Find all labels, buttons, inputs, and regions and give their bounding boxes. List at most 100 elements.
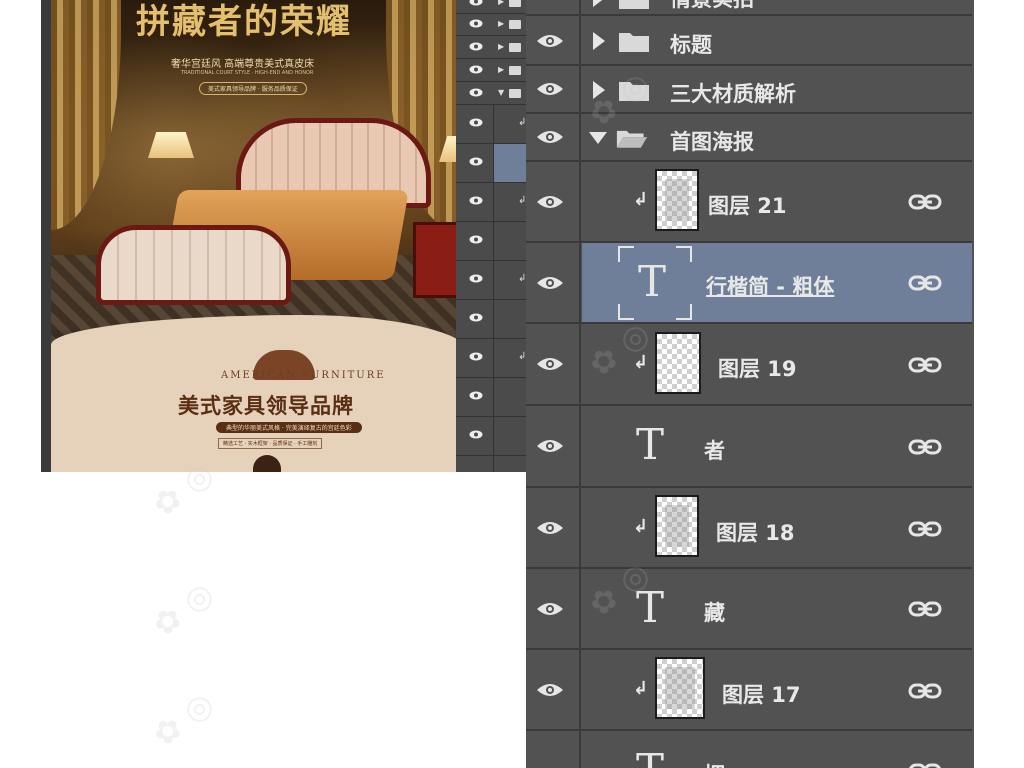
triangle-right-icon[interactable]: ▶: [498, 0, 504, 6]
eye-icon[interactable]: [469, 157, 483, 166]
mini-layer-row[interactable]: ↲: [456, 183, 526, 222]
layer-row[interactable]: T 拥: [526, 731, 972, 768]
eye-icon[interactable]: [536, 681, 564, 699]
eye-icon[interactable]: [469, 391, 483, 400]
link-icon[interactable]: [908, 760, 942, 768]
mini-group-row[interactable]: ▶: [456, 0, 526, 14]
folder-icon: [619, 33, 649, 52]
eye-icon[interactable]: [536, 193, 564, 211]
eye-icon[interactable]: [469, 352, 483, 361]
layer-group-name[interactable]: 标题: [670, 29, 712, 59]
eye-icon[interactable]: [469, 42, 483, 51]
eye-icon[interactable]: [469, 0, 483, 6]
mini-layer-row[interactable]: [456, 378, 526, 417]
eye-icon[interactable]: [536, 274, 564, 292]
layer-row[interactable]: T 藏: [526, 569, 972, 650]
folder-icon: [619, 0, 649, 9]
layer-group-name[interactable]: 三大材质解析: [670, 78, 796, 108]
triangle-right-icon[interactable]: [593, 0, 605, 7]
link-icon[interactable]: [908, 598, 942, 620]
eye-icon[interactable]: [469, 88, 483, 97]
eye-icon[interactable]: [469, 313, 483, 322]
triangle-right-icon[interactable]: ▶: [498, 19, 504, 28]
canvas-border: [41, 0, 51, 472]
poster-title: 拼藏者的荣耀: [136, 2, 352, 42]
mini-group-row[interactable]: ▶: [456, 59, 526, 82]
brand-feature-tags: 精选工艺 · 实木框架 · 品质保证 · 手工雕刻: [218, 438, 323, 449]
eye-icon[interactable]: [536, 80, 564, 98]
triangle-right-icon[interactable]: ▶: [498, 42, 504, 51]
mini-layer-row[interactable]: [456, 300, 526, 339]
eye-icon[interactable]: [469, 19, 483, 28]
layer-group-name[interactable]: 首图海报: [670, 126, 754, 156]
bed-footboard: [96, 225, 291, 305]
layer-row[interactable]: ↲ 图层 21: [526, 162, 972, 243]
mini-layer-row[interactable]: [456, 456, 526, 472]
link-icon[interactable]: [908, 436, 942, 458]
layer-name[interactable]: 藏: [704, 597, 725, 627]
link-icon[interactable]: [908, 191, 942, 213]
layers-panel: 情景实拍 标题 三大材质解析 首图海报 ↲ 图层 21 T 行: [526, 0, 974, 768]
eye-icon[interactable]: [469, 196, 483, 205]
layer-name[interactable]: 者: [704, 435, 725, 465]
layer-name-editing[interactable]: 行楷简 - 粗体: [706, 271, 834, 301]
text-layer-icon: T: [638, 257, 667, 306]
layer-thumbnail: [655, 332, 701, 394]
mini-layers-strip: ▶ ▶ ▶ ▶ ▼ ↲ ↲ ↲ ↲: [456, 0, 526, 472]
link-icon[interactable]: [908, 354, 942, 376]
layer-row[interactable]: ↲ 图层 17: [526, 650, 972, 731]
link-icon[interactable]: [908, 680, 942, 702]
eye-icon[interactable]: [536, 128, 564, 146]
column-separator: [493, 183, 494, 221]
folder-icon: [509, 43, 521, 52]
link-icon[interactable]: [908, 272, 942, 294]
folder-icon: [509, 89, 521, 98]
eye-icon[interactable]: [469, 274, 483, 283]
eye-icon[interactable]: [536, 600, 564, 618]
mini-layer-row[interactable]: [456, 417, 526, 456]
layer-thumbnail: [655, 657, 705, 719]
layer-name[interactable]: 图层 17: [722, 679, 801, 709]
mini-layer-row[interactable]: ↲: [456, 105, 526, 144]
triangle-down-icon[interactable]: ▼: [498, 88, 504, 97]
layer-row[interactable]: ↲ 图层 19: [526, 324, 972, 406]
mini-layer-row[interactable]: [456, 222, 526, 261]
eye-icon[interactable]: [536, 355, 564, 373]
mini-group-row[interactable]: ▶: [456, 13, 526, 36]
layer-group-name[interactable]: 情景实拍: [670, 0, 754, 13]
eye-icon[interactable]: [469, 65, 483, 74]
folder-icon: [509, 66, 521, 75]
layer-row[interactable]: T 者: [526, 406, 972, 488]
eye-icon[interactable]: [536, 519, 564, 537]
mini-group-row[interactable]: ▼: [456, 82, 526, 105]
mini-layer-row[interactable]: ↲: [456, 261, 526, 300]
layer-group-row-expanded[interactable]: 首图海报: [526, 114, 972, 162]
clipping-mask-arrow-icon: ↲: [633, 516, 649, 537]
eye-icon[interactable]: [536, 437, 564, 455]
layer-group-row[interactable]: 标题: [526, 16, 972, 66]
mini-group-row[interactable]: ▶: [456, 36, 526, 59]
mini-layer-row[interactable]: ↲: [456, 339, 526, 378]
triangle-down-icon[interactable]: [589, 132, 607, 144]
layer-row[interactable]: ↲ 图层 18: [526, 488, 972, 569]
eye-icon[interactable]: [536, 32, 564, 50]
eye-icon[interactable]: [469, 118, 483, 127]
triangle-right-icon[interactable]: [593, 32, 605, 50]
layer-group-row[interactable]: 情景实拍: [526, 0, 972, 16]
layer-name[interactable]: 拥: [704, 759, 725, 768]
eye-icon[interactable]: [469, 235, 483, 244]
layer-name[interactable]: 图层 21: [708, 190, 787, 220]
eye-icon[interactable]: [469, 430, 483, 439]
triangle-right-icon[interactable]: ▶: [498, 65, 504, 74]
clipping-mask-arrow-icon: ↲: [633, 352, 649, 373]
layer-group-row[interactable]: 三大材质解析: [526, 66, 972, 114]
triangle-right-icon[interactable]: [593, 81, 605, 99]
layer-name[interactable]: 图层 19: [718, 353, 797, 383]
layer-row-selected[interactable]: T 行楷简 - 粗体: [526, 243, 972, 324]
layer-name[interactable]: 图层 18: [716, 517, 795, 547]
clipping-mask-arrow-icon: ↲: [633, 189, 649, 210]
mini-layer-row-selected[interactable]: [456, 144, 526, 183]
document-canvas-preview[interactable]: 拼藏者的荣耀 奢华宫廷风 高端尊贵美式真皮床 TRADITIONAL COURT…: [41, 0, 456, 472]
link-icon[interactable]: [908, 518, 942, 540]
column-separator: [493, 300, 494, 338]
